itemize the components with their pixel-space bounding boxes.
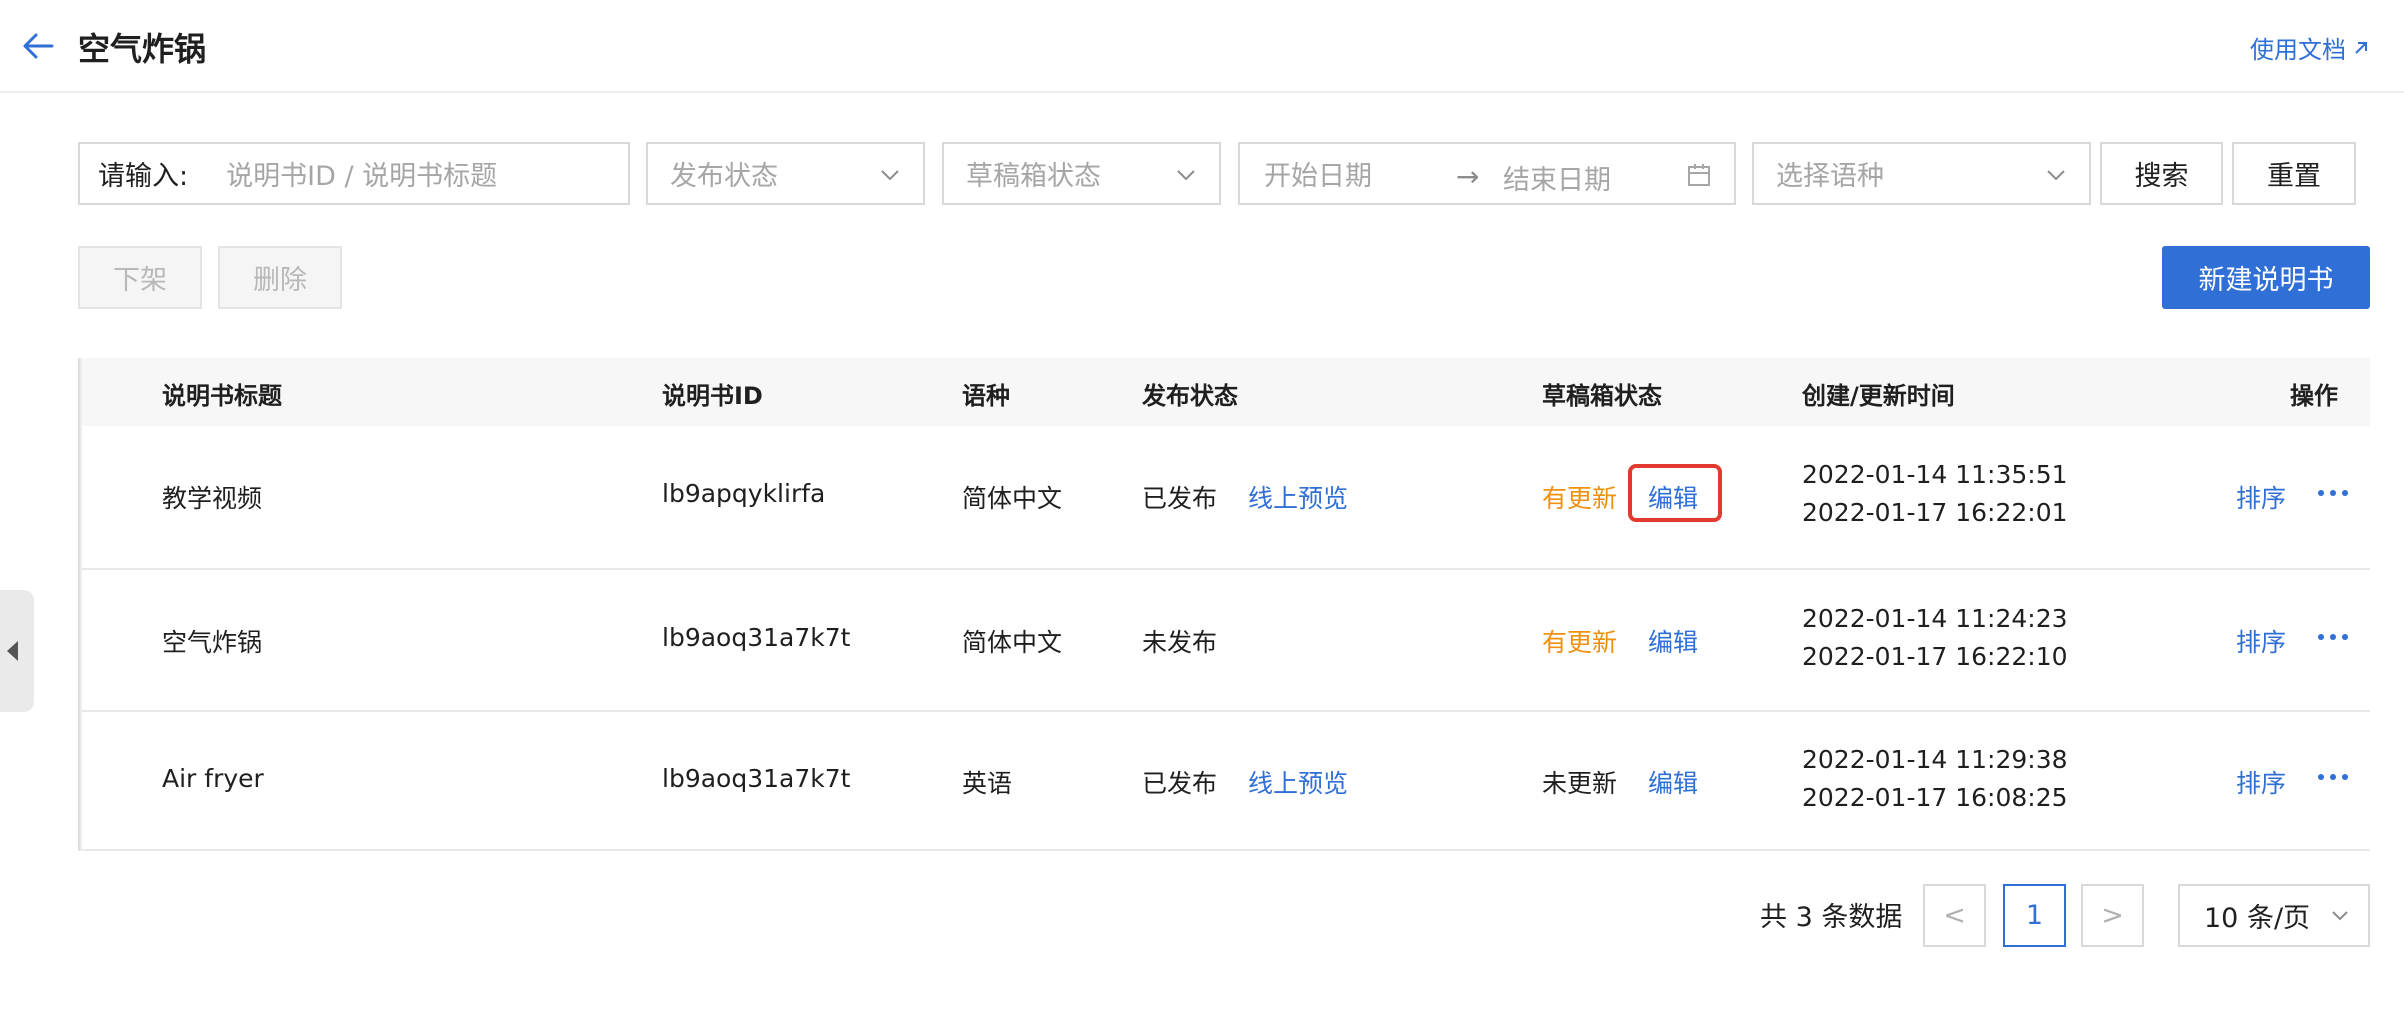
- online-preview-link[interactable]: 线上预览: [1248, 764, 1348, 800]
- calendar-icon: [1688, 164, 1710, 186]
- manual-language: 英语: [962, 769, 1013, 798]
- draft-status: 有更新: [1542, 484, 1618, 513]
- created-time: 2022-01-14 11:35:51: [1802, 460, 2068, 489]
- prev-page-button[interactable]: <: [1923, 884, 1986, 947]
- fixed-column-shadow: [78, 358, 82, 851]
- chevron-down-icon: [2047, 170, 2065, 181]
- edit-link[interactable]: 编辑: [1648, 623, 1698, 659]
- table-row: 教学视频 lb9apqyklirfa 简体中文 已发布 线上预览 有更新 编辑 …: [78, 426, 2370, 570]
- total-count: 共 3 条数据: [1760, 902, 1903, 933]
- column-header-timestamps: 创建/更新时间: [1802, 382, 1955, 410]
- edit-link[interactable]: 编辑: [1648, 764, 1698, 800]
- table-header: 说明书标题 说明书ID 语种 发布状态 草稿箱状态 创建/更新时间 操作: [78, 358, 2370, 426]
- page-size-value: 10 条/页: [2204, 903, 2311, 934]
- online-preview-link[interactable]: 线上预览: [1248, 479, 1348, 515]
- page-1-button[interactable]: 1: [2003, 884, 2066, 947]
- manual-table: 说明书标题 说明书ID 语种 发布状态 草稿箱状态 创建/更新时间 操作 教学视…: [78, 358, 2370, 851]
- manual-id: lb9apqyklirfa: [662, 479, 826, 508]
- publish-status: 已发布: [1142, 484, 1218, 513]
- publish-status-placeholder: 发布状态: [670, 161, 778, 192]
- docs-link[interactable]: 使用文档: [2250, 30, 2372, 65]
- sidebar-toggle[interactable]: [0, 590, 34, 712]
- draft-status: 未更新: [1542, 769, 1618, 798]
- next-page-button[interactable]: >: [2081, 884, 2144, 947]
- draft-status-placeholder: 草稿箱状态: [966, 161, 1101, 192]
- column-header-actions: 操作: [2290, 382, 2338, 410]
- page-header: 空气炸锅 使用文档: [0, 0, 2404, 93]
- search-button[interactable]: 搜索: [2100, 142, 2223, 205]
- date-range-picker[interactable]: 开始日期 → 结束日期: [1238, 142, 1736, 205]
- page-size-select[interactable]: 10 条/页: [2178, 884, 2370, 947]
- updated-time: 2022-01-17 16:08:25: [1802, 783, 2068, 812]
- chevron-left-icon: <: [1943, 900, 1966, 931]
- chevron-down-icon: [881, 170, 899, 181]
- created-time: 2022-01-14 11:24:23: [1802, 604, 2068, 633]
- delete-button[interactable]: 删除: [218, 246, 342, 309]
- manual-language: 简体中文: [962, 628, 1063, 657]
- caret-left-icon: [7, 641, 18, 661]
- updated-time: 2022-01-17 16:22:10: [1802, 642, 2068, 671]
- language-placeholder: 选择语种: [1776, 161, 1884, 192]
- table-row: 空气炸锅 lb9aoq31a7k7t 简体中文 未发布 有更新 编辑 2022-…: [78, 570, 2370, 712]
- manual-title: 教学视频: [162, 484, 263, 513]
- manual-title: Air fryer: [162, 764, 264, 793]
- sort-link[interactable]: 排序: [2236, 623, 2286, 659]
- more-options-icon[interactable]: [2318, 490, 2348, 500]
- draft-status: 有更新: [1542, 628, 1618, 657]
- publish-status: 已发布: [1142, 769, 1218, 798]
- end-date-input[interactable]: 结束日期: [1503, 158, 1611, 197]
- updated-time: 2022-01-17 16:22:01: [1802, 498, 2068, 527]
- start-date-input[interactable]: 开始日期: [1264, 154, 1372, 193]
- date-range-separator: →: [1456, 160, 1480, 193]
- chevron-right-icon: >: [2101, 900, 2124, 931]
- publish-status-select[interactable]: 发布状态: [646, 142, 925, 205]
- keyword-search-input[interactable]: 说明书ID / 说明书标题: [226, 154, 497, 193]
- new-manual-button[interactable]: 新建说明书: [2162, 246, 2370, 309]
- back-arrow-icon[interactable]: [18, 26, 58, 66]
- column-header-language: 语种: [962, 382, 1010, 410]
- chevron-down-icon: [1177, 170, 1195, 181]
- column-header-title: 说明书标题: [162, 382, 282, 410]
- manual-title: 空气炸锅: [162, 628, 263, 657]
- manual-language: 简体中文: [962, 484, 1063, 513]
- sort-link[interactable]: 排序: [2236, 764, 2286, 800]
- external-link-icon: [2355, 41, 2367, 54]
- unpublish-button[interactable]: 下架: [78, 246, 202, 309]
- language-select[interactable]: 选择语种: [1752, 142, 2091, 205]
- more-options-icon[interactable]: [2318, 774, 2348, 784]
- keyword-search-label: 请输入:: [98, 161, 189, 192]
- manual-id: lb9aoq31a7k7t: [662, 623, 851, 652]
- table-row: Air fryer lb9aoq31a7k7t 英语 已发布 线上预览 未更新 …: [78, 712, 2370, 851]
- more-options-icon[interactable]: [2318, 634, 2348, 644]
- column-header-draft-status: 草稿箱状态: [1542, 382, 1662, 410]
- reset-button[interactable]: 重置: [2232, 142, 2356, 205]
- created-time: 2022-01-14 11:29:38: [1802, 745, 2068, 774]
- page-title: 空气炸锅: [78, 30, 207, 68]
- docs-link-label[interactable]: 使用文档: [2250, 30, 2346, 65]
- column-header-publish-status: 发布状态: [1142, 382, 1238, 410]
- manual-id: lb9aoq31a7k7t: [662, 764, 851, 793]
- draft-status-select[interactable]: 草稿箱状态: [942, 142, 1221, 205]
- edit-link[interactable]: 编辑: [1648, 479, 1698, 515]
- column-header-id: 说明书ID: [662, 382, 763, 410]
- keyword-search-field[interactable]: 请输入: 说明书ID / 说明书标题: [78, 142, 630, 205]
- sort-link[interactable]: 排序: [2236, 479, 2286, 515]
- chevron-down-icon: [2332, 911, 2348, 921]
- publish-status: 未发布: [1142, 628, 1218, 657]
